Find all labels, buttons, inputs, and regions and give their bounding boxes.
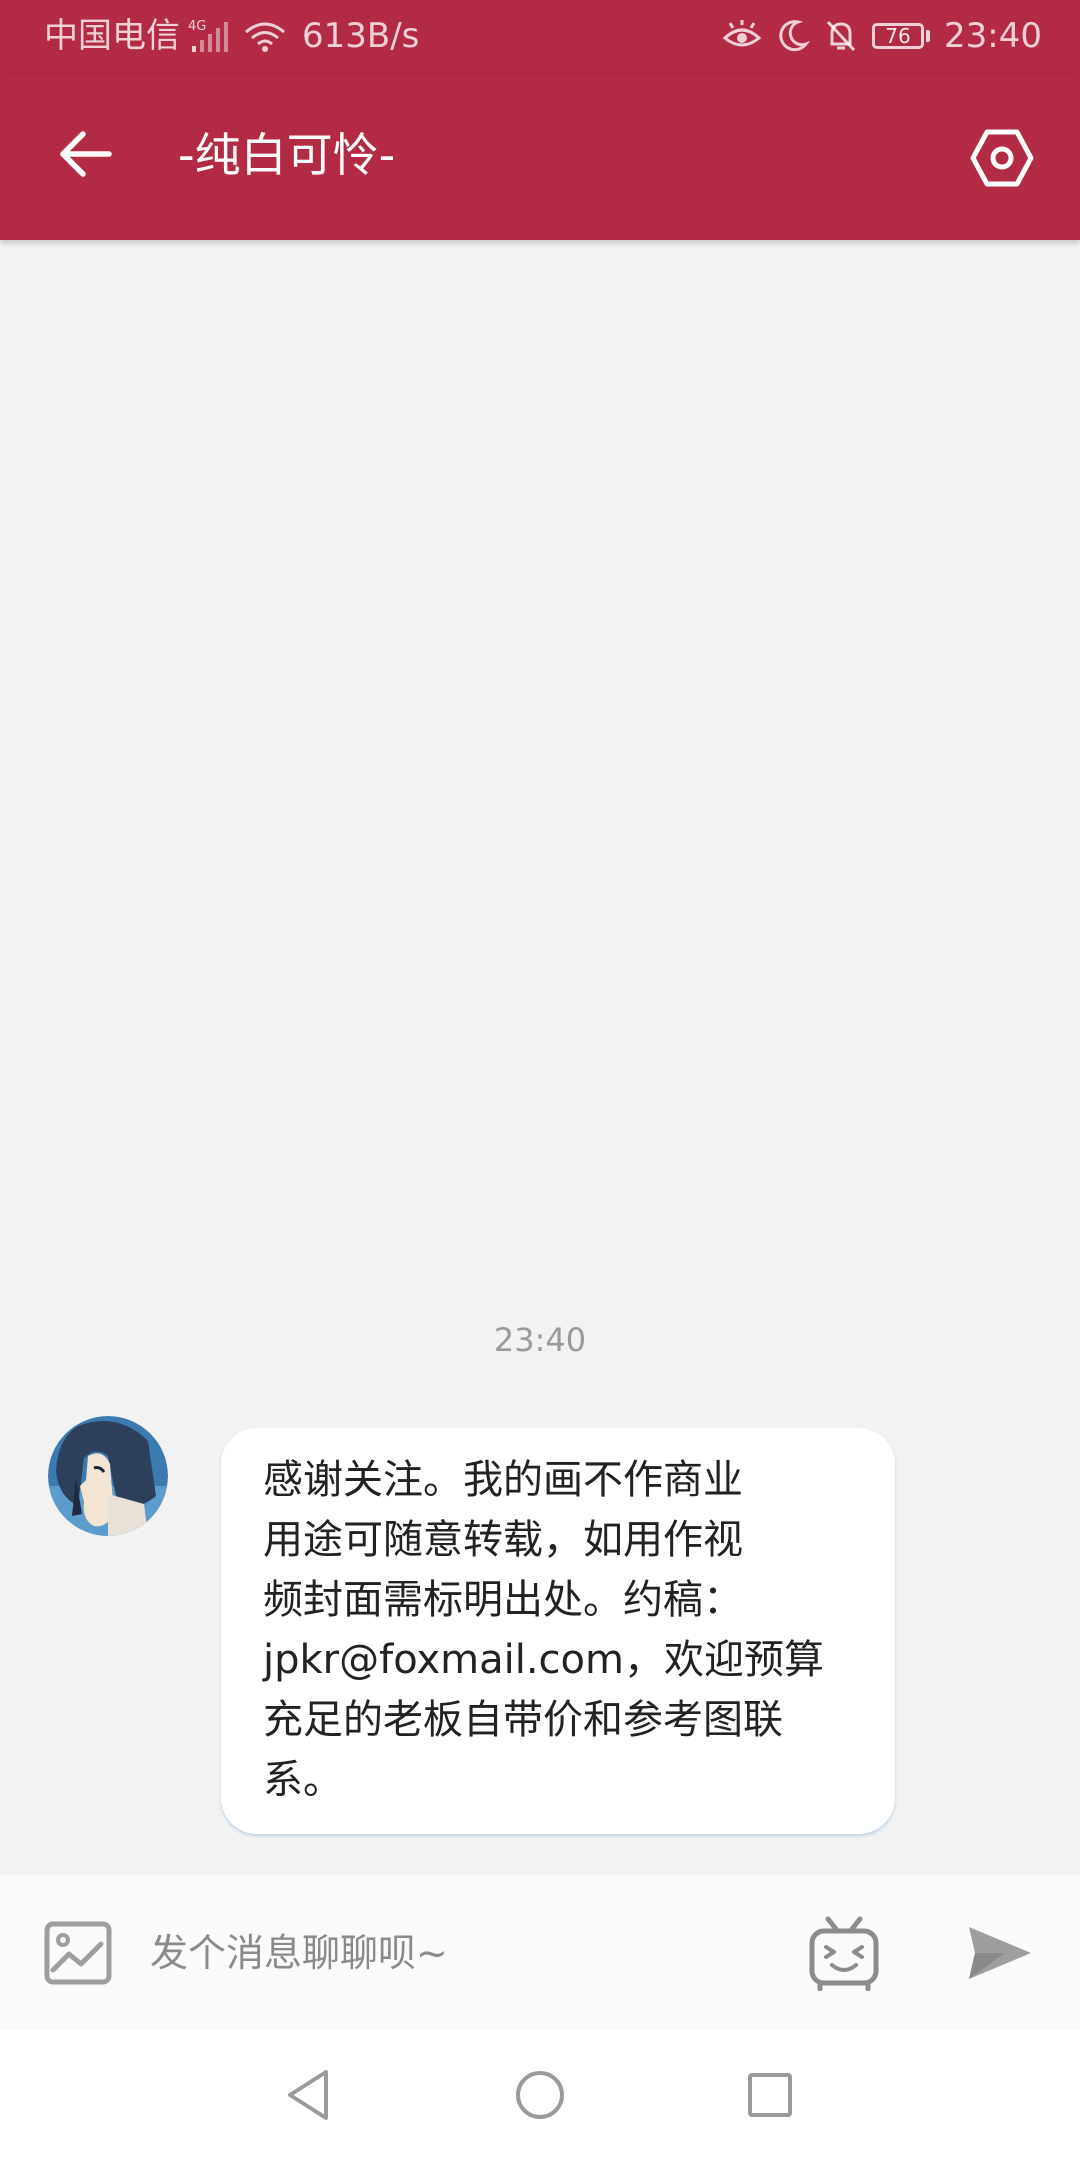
- status-bar: 中国电信 4G 613B/s 76 23:40: [0, 0, 1080, 75]
- message-line: 频封面需标明出处。约稿：: [263, 1577, 743, 1623]
- message-timestamp: 23:40: [493, 1321, 587, 1359]
- arrow-left-icon: [60, 131, 112, 177]
- nav-back-button[interactable]: [279, 2065, 339, 2125]
- circle-home-icon: [516, 2071, 564, 2119]
- bell-muted-icon: [824, 18, 858, 54]
- battery-level: 76: [872, 23, 925, 49]
- network-type-label: 4G: [188, 19, 206, 34]
- message-list[interactable]: 23:40 感谢关注。我的画不作商业 用途可随意转载，如用作视 频封面需标明出处…: [0, 240, 1080, 1875]
- nav-recents-button[interactable]: [740, 2065, 800, 2125]
- status-left: 中国电信 4G 613B/s: [44, 14, 419, 58]
- carrier-name: 中国电信: [44, 16, 180, 56]
- message-line: 感谢关注。我的画不作商业: [263, 1457, 743, 1503]
- settings-button[interactable]: [962, 118, 1042, 198]
- clock: 23:40: [944, 16, 1042, 56]
- message-bubble[interactable]: 感谢关注。我的画不作商业 用途可随意转载，如用作视 频封面需标明出处。约稿： j…: [221, 1428, 895, 1834]
- message-line: 用途可随意转载，如用作视: [263, 1517, 743, 1563]
- square-recents-icon: [748, 2073, 792, 2117]
- moon-icon: [776, 18, 811, 54]
- message-line: 充足的老板自带价和参考图联: [263, 1697, 783, 1743]
- system-nav-bar: [0, 2030, 1080, 2160]
- signal-icon: 4G: [188, 18, 234, 54]
- send-icon: [969, 1927, 1031, 1979]
- eye-comfort-icon: [722, 18, 762, 54]
- image-icon: [44, 1921, 112, 1985]
- input-bar: [0, 1875, 1080, 2030]
- app-bar: -纯白可怜-: [0, 75, 1080, 240]
- triangle-back-icon: [288, 2070, 328, 2120]
- hexagon-settings-icon: [970, 129, 1034, 187]
- back-button[interactable]: [50, 119, 120, 189]
- message-line: jpkr@foxmail.com，欢迎预算: [263, 1637, 824, 1683]
- anime-character-avatar: [48, 1416, 168, 1536]
- chat-title: -纯白可怜-: [178, 128, 396, 182]
- nav-home-button[interactable]: [510, 2065, 570, 2125]
- wifi-icon: [242, 18, 288, 54]
- status-right: 76 23:40: [722, 14, 1042, 58]
- network-speed: 613B/s: [302, 16, 420, 56]
- send-button[interactable]: [960, 1915, 1040, 1991]
- battery-icon: 76: [872, 23, 931, 49]
- image-button[interactable]: [40, 1915, 116, 1991]
- avatar[interactable]: [48, 1416, 168, 1536]
- message-line: 系。: [263, 1757, 343, 1803]
- chat-screen: 中国电信 4G 613B/s 76 23:40 -纯白可怜- 23:40 感谢关…: [0, 0, 1080, 2160]
- emoji-tv-icon: [809, 1916, 879, 1991]
- message-input[interactable]: [150, 1915, 770, 1991]
- emoji-button[interactable]: [800, 1911, 888, 1995]
